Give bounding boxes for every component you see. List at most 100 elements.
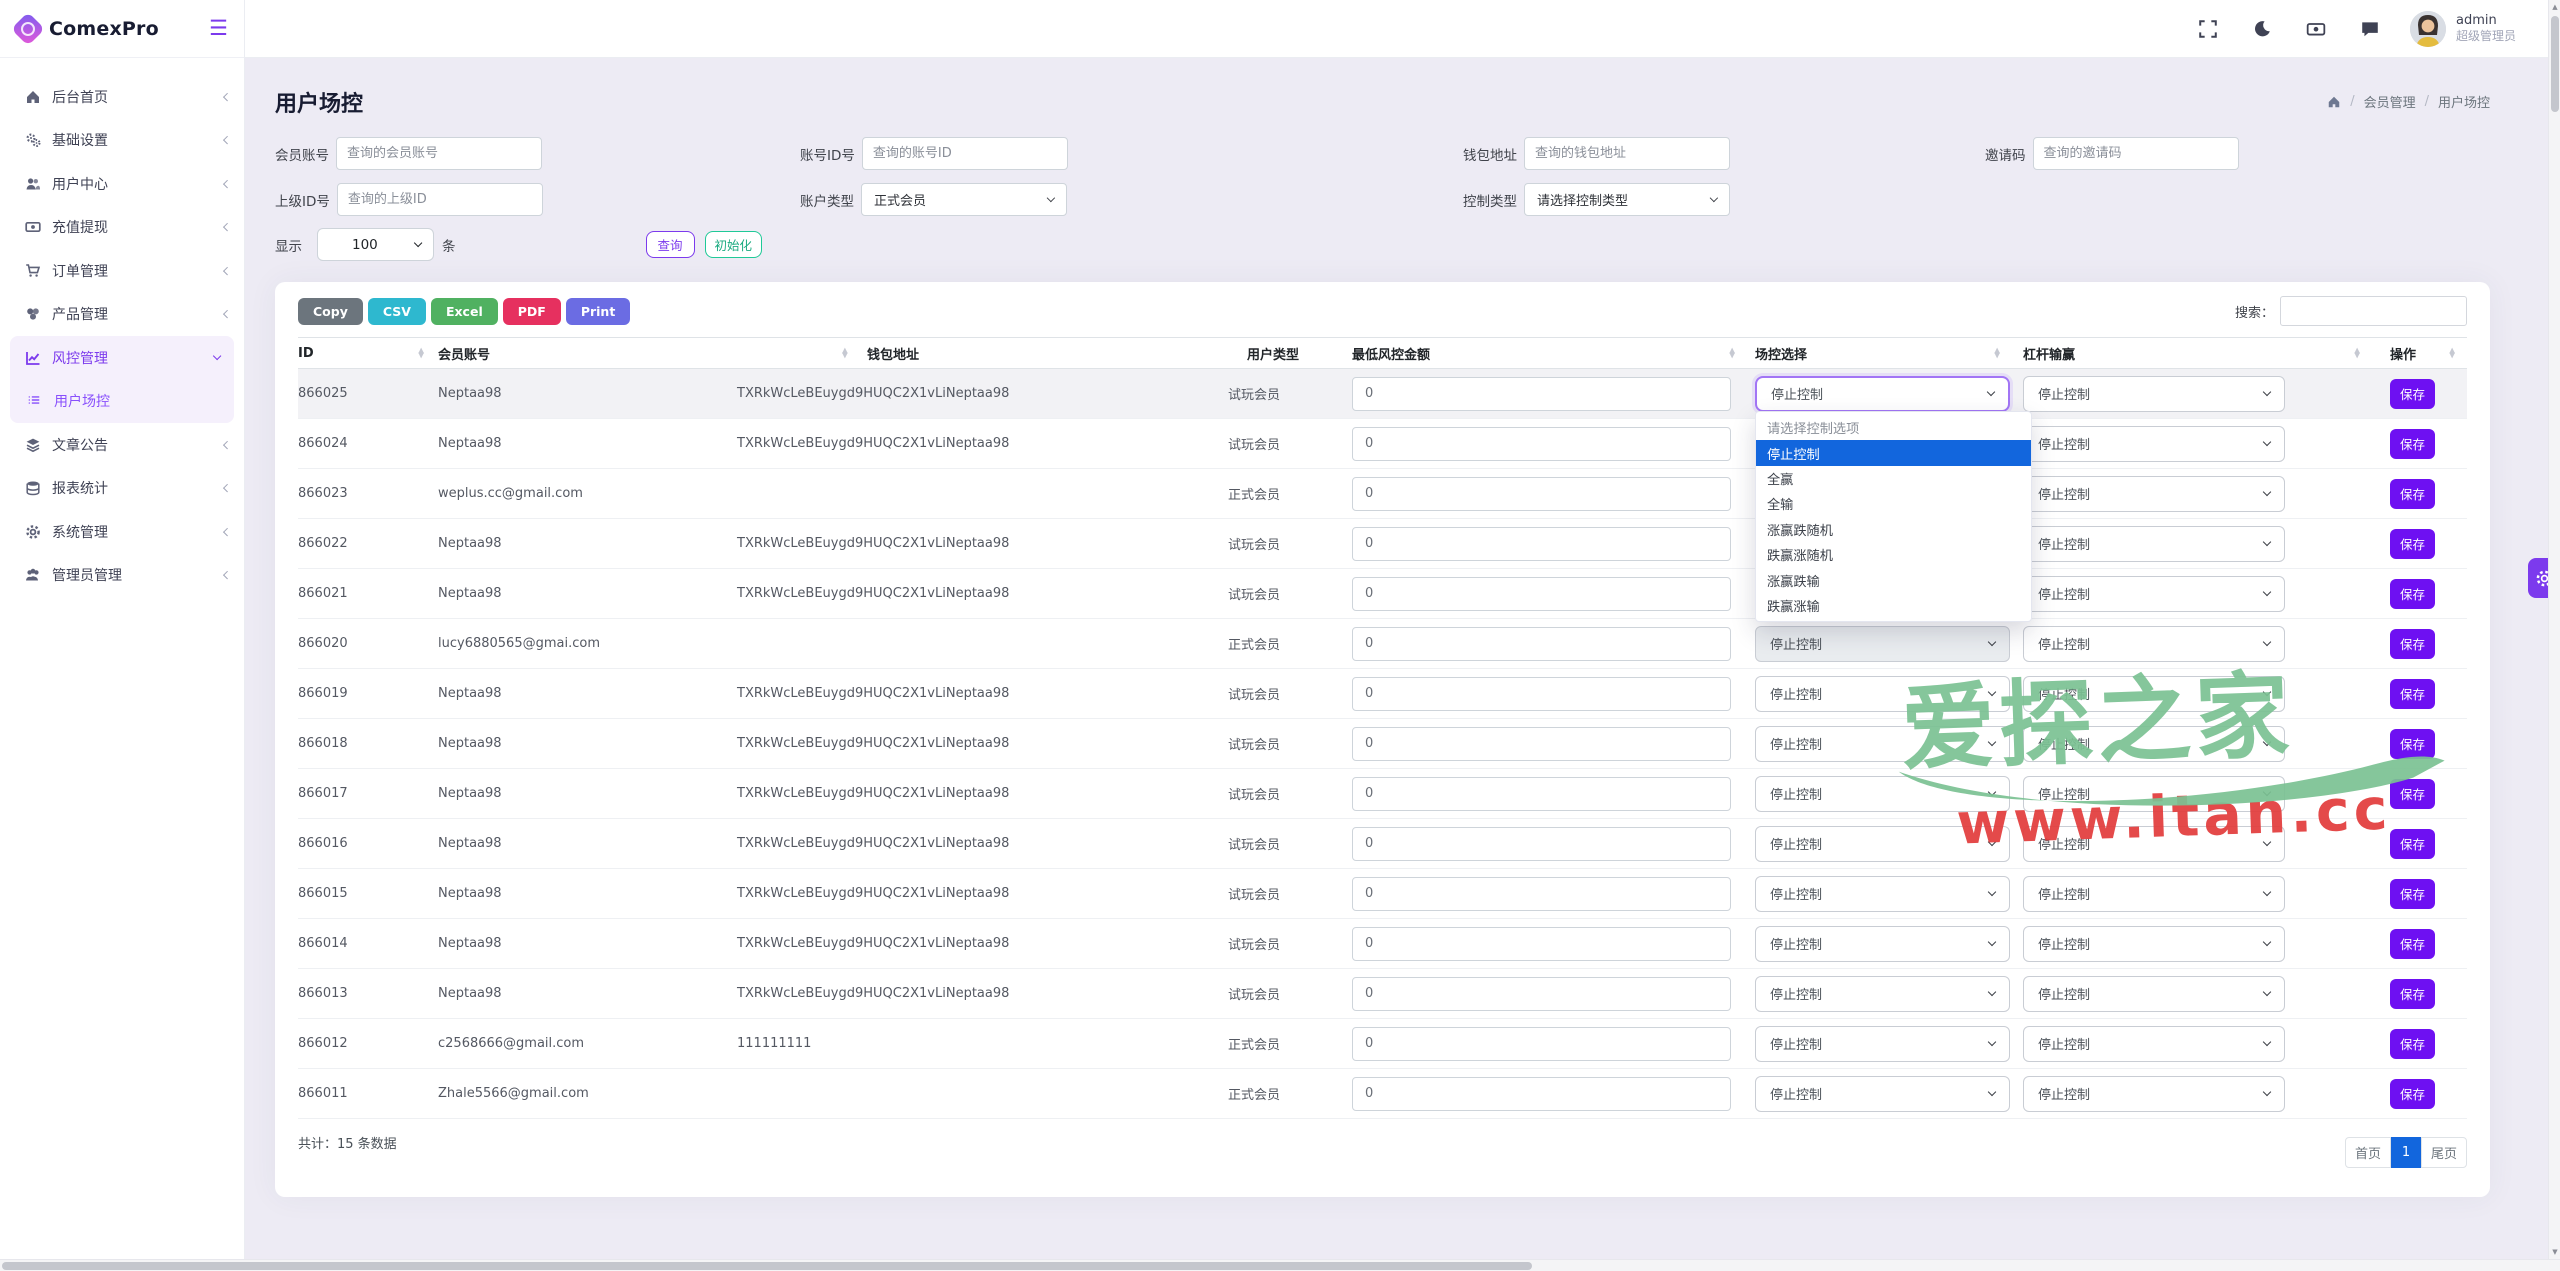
export-excel-button[interactable]: Excel — [431, 298, 498, 325]
vertical-scrollbar[interactable]: ▲ ▼ — [2548, 0, 2560, 1259]
horizontal-scrollbar[interactable] — [0, 1259, 2560, 1271]
min-risk-amount-input[interactable]: 0 — [1352, 477, 1731, 511]
scroll-up-icon[interactable]: ▲ — [2549, 3, 2560, 11]
query-button[interactable]: 查询 — [646, 231, 695, 258]
fullscreen-icon[interactable] — [2198, 19, 2218, 39]
min-risk-amount-input[interactable]: 0 — [1352, 1027, 1731, 1061]
sort-icon[interactable]: ▲▼ — [842, 348, 848, 357]
dark-mode-icon[interactable] — [2252, 19, 2272, 39]
pagination-last[interactable]: 尾页 — [2421, 1137, 2467, 1168]
sidebar-item-产品管理[interactable]: 产品管理 — [0, 293, 244, 337]
page-size-select[interactable]: 100 — [317, 228, 434, 261]
member-account-input[interactable] — [336, 137, 542, 170]
save-button[interactable]: 保存 — [2390, 679, 2435, 709]
min-risk-amount-input[interactable]: 0 — [1352, 427, 1731, 461]
save-button[interactable]: 保存 — [2390, 1029, 2435, 1059]
sort-icon[interactable]: ▲▼ — [2449, 348, 2455, 357]
dropdown-option[interactable]: 涨赢跌输 — [1756, 567, 2031, 592]
control-select[interactable]: 停止控制 — [1755, 676, 2010, 712]
control-select[interactable]: 停止控制 — [1755, 626, 2010, 662]
col-type[interactable]: 用户类型 — [1228, 338, 1352, 369]
save-button[interactable]: 保存 — [2390, 1079, 2435, 1109]
control-select[interactable]: 停止控制 — [1755, 826, 2010, 862]
save-button[interactable]: 保存 — [2390, 829, 2435, 859]
lever-select[interactable]: 停止控制 — [2023, 876, 2285, 912]
control-select[interactable]: 停止控制 — [1755, 1026, 2010, 1062]
col-account[interactable]: 会员账号 — [438, 338, 737, 369]
col-wallet[interactable]: ▲▼钱包地址 — [737, 338, 1228, 369]
col-lever[interactable]: 杠杆输赢▲▼ — [2023, 338, 2390, 369]
lever-select[interactable]: 停止控制 — [2023, 626, 2285, 662]
parent-id-input[interactable] — [337, 183, 543, 216]
col-action[interactable]: 操作▲▼ — [2390, 338, 2467, 369]
save-button[interactable]: 保存 — [2390, 529, 2435, 559]
control-select[interactable]: 停止控制 — [1755, 776, 2010, 812]
control-select[interactable]: 停止控制 — [1755, 876, 2010, 912]
min-risk-amount-input[interactable]: 0 — [1352, 1077, 1731, 1111]
lever-select[interactable]: 停止控制 — [2023, 1026, 2285, 1062]
dropdown-option[interactable]: 停止控制 — [1756, 440, 2031, 465]
lever-select[interactable]: 停止控制 — [2023, 476, 2285, 512]
sidebar-item-充值提现[interactable]: 充值提现 — [0, 206, 244, 250]
horizontal-scrollbar-thumb[interactable] — [2, 1262, 1532, 1270]
dropdown-option[interactable]: 涨赢跌随机 — [1756, 517, 2031, 542]
dropdown-option[interactable]: 全赢 — [1756, 466, 2031, 491]
sort-icon[interactable]: ▲▼ — [1729, 348, 1735, 357]
lever-select[interactable]: 停止控制 — [2023, 526, 2285, 562]
sidebar-item-用户中心[interactable]: 用户中心 — [0, 162, 244, 206]
invite-code-input[interactable] — [2033, 137, 2239, 170]
min-risk-amount-input[interactable]: 0 — [1352, 927, 1731, 961]
col-amount[interactable]: 最低风控金额▲▼ — [1352, 338, 1755, 369]
search-input[interactable] — [2280, 296, 2467, 326]
pagination-page-1[interactable]: 1 — [2391, 1137, 2421, 1168]
sort-icon[interactable]: ▲▼ — [1994, 348, 2000, 357]
sort-icon[interactable]: ▲▼ — [2354, 348, 2360, 357]
home-icon[interactable] — [2327, 95, 2341, 109]
save-button[interactable]: 保存 — [2390, 429, 2435, 459]
control-select[interactable]: 停止控制 — [1755, 726, 2010, 762]
control-select[interactable]: 停止控制 — [1755, 926, 2010, 962]
save-button[interactable]: 保存 — [2390, 579, 2435, 609]
breadcrumb-section[interactable]: 会员管理 — [2364, 92, 2416, 111]
save-button[interactable]: 保存 — [2390, 979, 2435, 1009]
min-risk-amount-input[interactable]: 0 — [1352, 877, 1731, 911]
export-print-button[interactable]: Print — [566, 298, 631, 325]
save-button[interactable]: 保存 — [2390, 729, 2435, 759]
account-id-input[interactable] — [862, 137, 1068, 170]
lever-select[interactable]: 停止控制 — [2023, 676, 2285, 712]
save-button[interactable]: 保存 — [2390, 929, 2435, 959]
wallet-icon[interactable] — [2306, 19, 2326, 39]
dropdown-option[interactable]: 跌赢涨随机 — [1756, 542, 2031, 567]
sidebar-item-文章公告[interactable]: 文章公告 — [0, 423, 244, 467]
chat-icon[interactable] — [2360, 19, 2380, 39]
lever-select[interactable]: 停止控制 — [2023, 376, 2285, 412]
min-risk-amount-input[interactable]: 0 — [1352, 527, 1731, 561]
wallet-address-input[interactable] — [1524, 137, 1730, 170]
dropdown-option[interactable]: 跌赢涨输 — [1756, 593, 2031, 618]
export-copy-button[interactable]: Copy — [298, 298, 363, 325]
lever-select[interactable]: 停止控制 — [2023, 926, 2285, 962]
lever-select[interactable]: 停止控制 — [2023, 576, 2285, 612]
sidebar-toggle-icon[interactable]: ☰ — [209, 18, 228, 39]
sidebar-item-风控管理[interactable]: 风控管理 — [10, 336, 234, 380]
sidebar-item-管理员管理[interactable]: 管理员管理 — [0, 554, 244, 598]
min-risk-amount-input[interactable]: 0 — [1352, 727, 1731, 761]
save-button[interactable]: 保存 — [2390, 479, 2435, 509]
save-button[interactable]: 保存 — [2390, 629, 2435, 659]
lever-select[interactable]: 停止控制 — [2023, 726, 2285, 762]
pagination-first[interactable]: 首页 — [2345, 1137, 2391, 1168]
sidebar-item-系统管理[interactable]: 系统管理 — [0, 510, 244, 554]
col-id[interactable]: ID▲▼ — [298, 338, 438, 369]
control-select[interactable]: 停止控制 — [1755, 376, 2010, 412]
col-control[interactable]: 场控选择▲▼ — [1755, 338, 2023, 369]
min-risk-amount-input[interactable]: 0 — [1352, 377, 1731, 411]
reset-button[interactable]: 初始化 — [705, 231, 763, 258]
dropdown-option[interactable]: 全输 — [1756, 491, 2031, 516]
min-risk-amount-input[interactable]: 0 — [1352, 677, 1731, 711]
min-risk-amount-input[interactable]: 0 — [1352, 627, 1731, 661]
user-block[interactable]: admin 超级管理员 — [2456, 13, 2516, 44]
save-button[interactable]: 保存 — [2390, 379, 2435, 409]
sidebar-item-后台首页[interactable]: 后台首页 — [0, 75, 244, 119]
export-csv-button[interactable]: CSV — [368, 298, 426, 325]
vertical-scrollbar-thumb[interactable] — [2551, 16, 2559, 112]
